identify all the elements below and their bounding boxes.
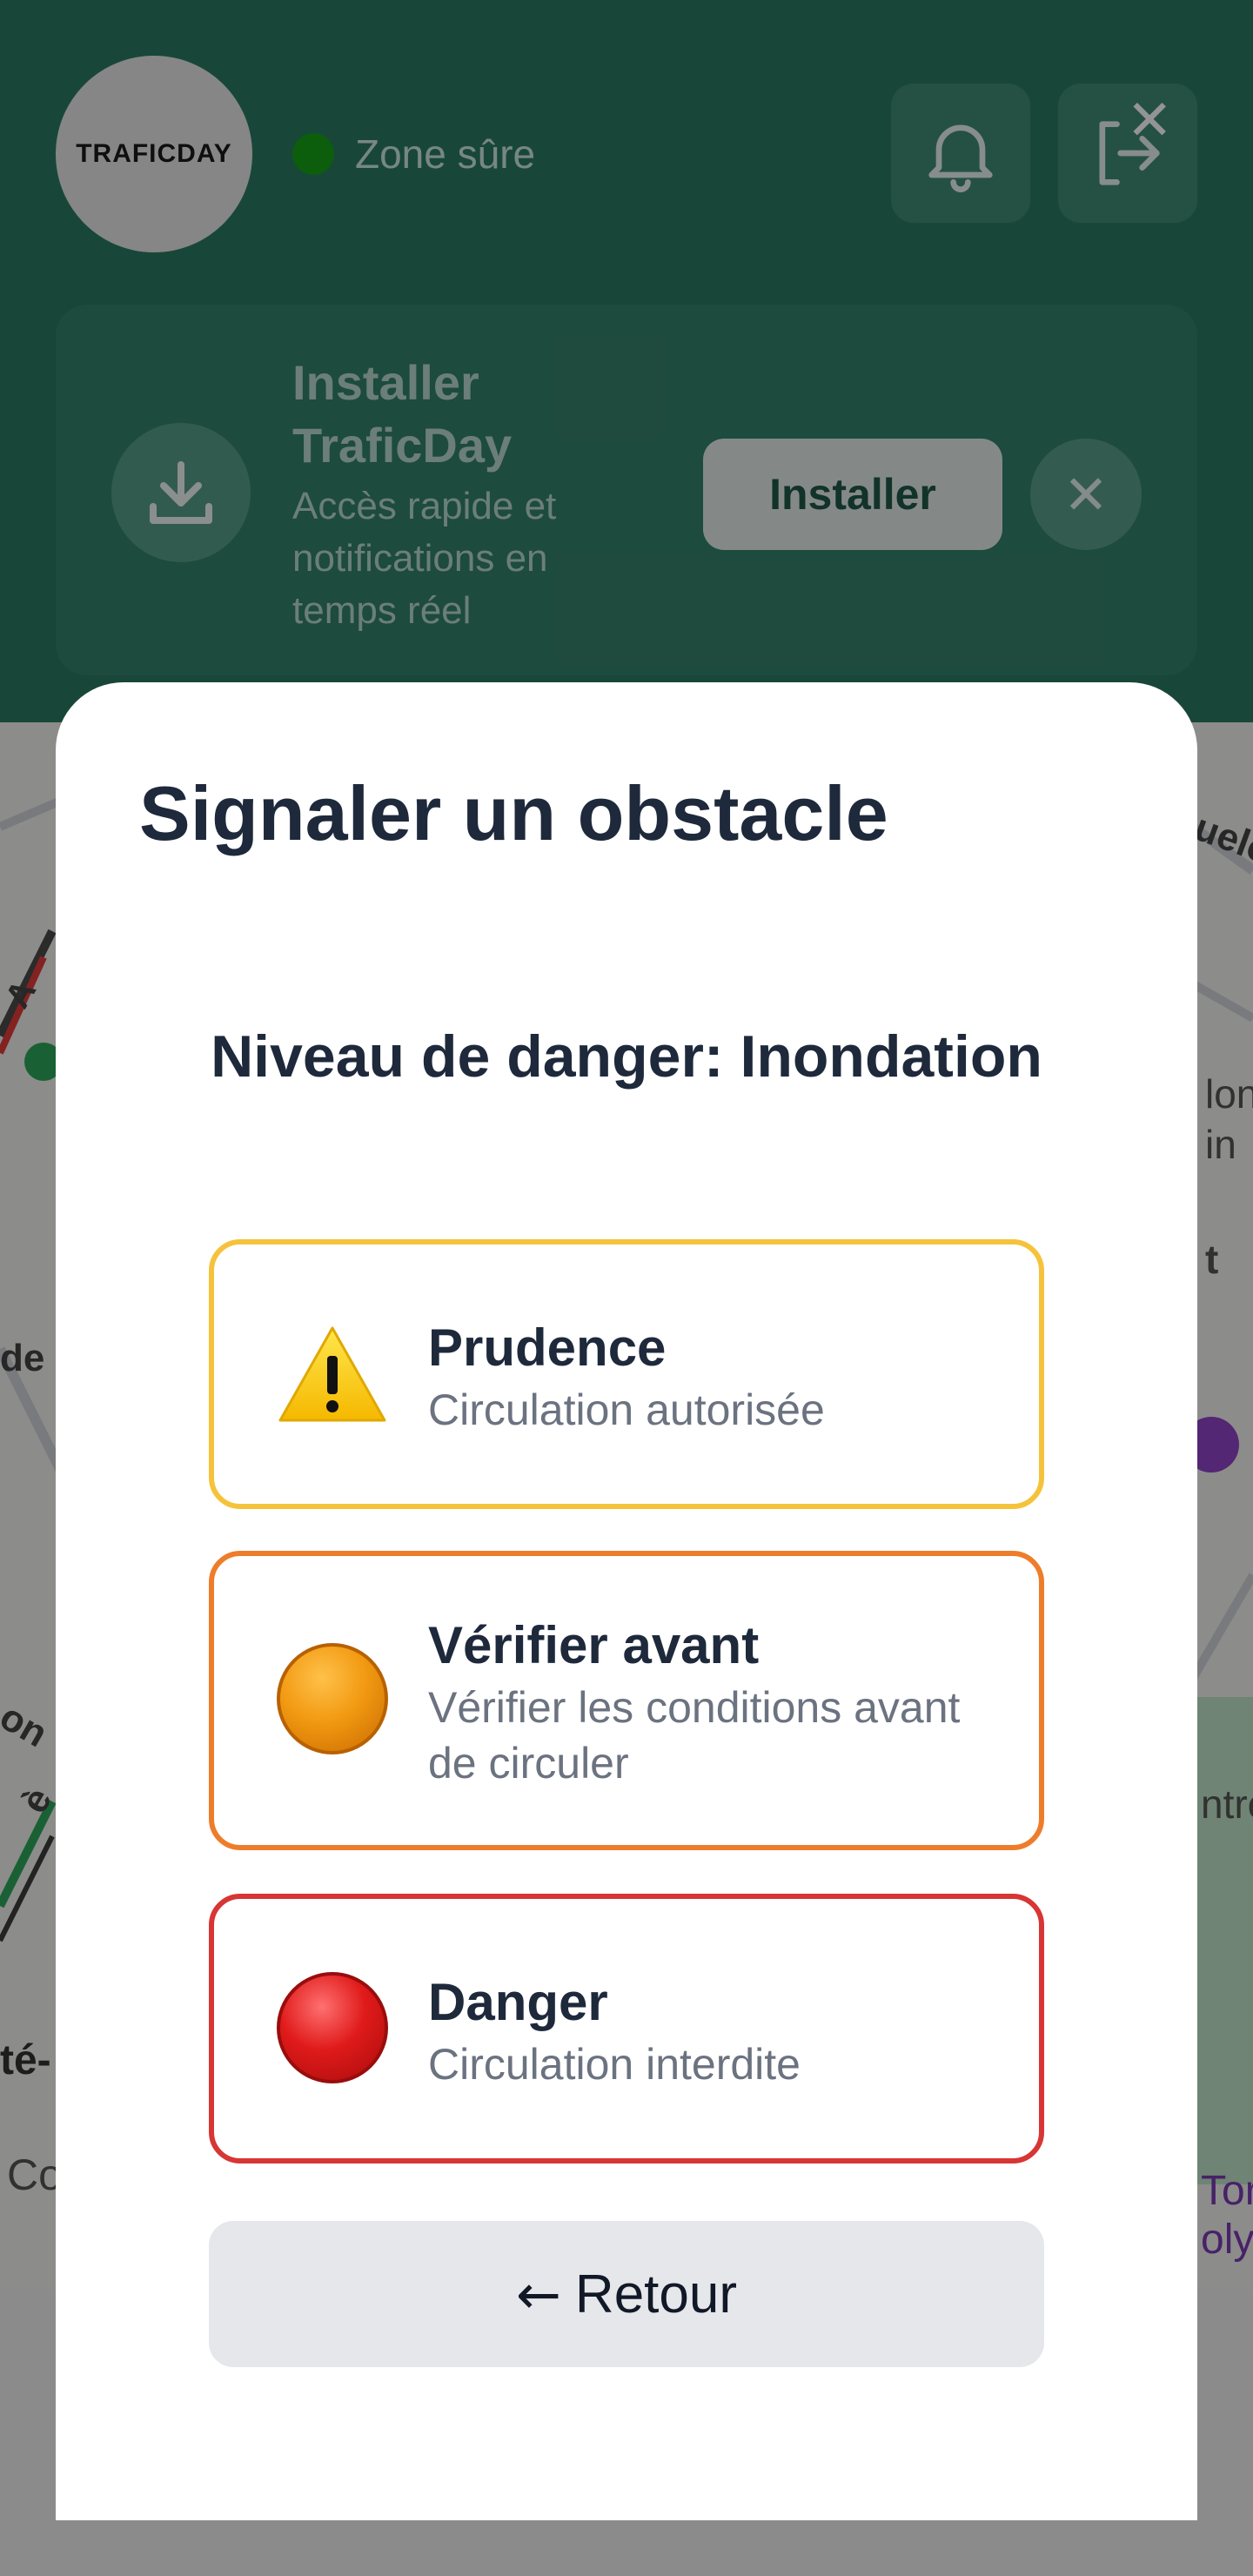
option-danger[interactable]: Danger Circulation interdite <box>209 1894 1044 2163</box>
danger-level-title: Niveau de danger: Inondation <box>211 1023 1042 1090</box>
option-description: Circulation interdite <box>428 2040 801 2089</box>
orange-circle-icon <box>277 1643 388 1754</box>
report-obstacle-modal: Signaler un obstacle Niveau de danger: I… <box>56 682 1197 2520</box>
back-button[interactable]: ← Retour <box>209 2221 1044 2367</box>
option-label: Vérifier avant <box>428 1616 760 1674</box>
warning-icon <box>277 1325 388 1430</box>
option-label: Prudence <box>428 1318 667 1377</box>
option-description: Circulation autorisée <box>428 1385 825 1434</box>
back-arrow-icon: ← <box>515 2262 561 2326</box>
option-label: Danger <box>428 1973 608 2031</box>
red-circle-icon <box>277 1972 388 2083</box>
option-prudence[interactable]: Prudence Circulation autorisée <box>209 1239 1044 1509</box>
modal-title: Signaler un obstacle <box>139 770 888 856</box>
option-description: Vérifier les conditions avant de circule… <box>428 1683 961 1788</box>
back-button-label: Retour <box>574 2264 738 2324</box>
option-verifier-avant[interactable]: Vérifier avant Vérifier les conditions a… <box>209 1551 1044 1850</box>
